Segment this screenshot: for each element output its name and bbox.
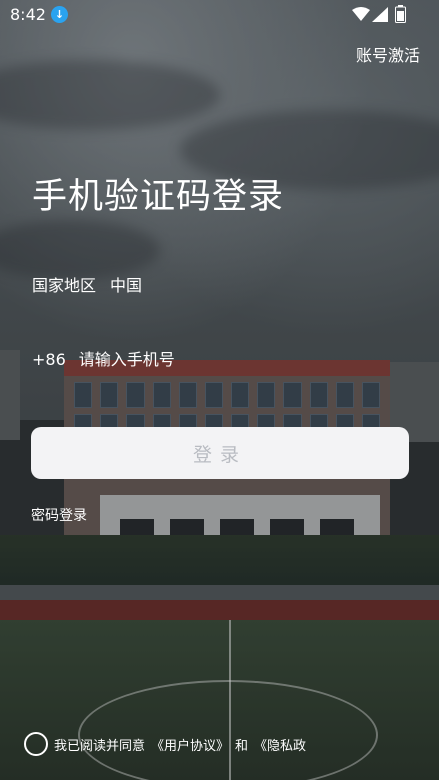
country-code[interactable]: +86	[32, 350, 66, 369]
password-login-link[interactable]: 密码登录	[31, 505, 87, 525]
page-title: 手机验证码登录	[32, 177, 285, 217]
wifi-icon	[352, 7, 370, 21]
status-time: 8:42	[10, 5, 46, 24]
agreement-prefix: 我已阅读并同意	[54, 738, 146, 754]
agreement-checkbox[interactable]	[24, 732, 48, 756]
user-agreement-link[interactable]: 《用户协议》	[151, 735, 229, 754]
status-bar: 8:42 ↓	[0, 0, 439, 30]
privacy-policy-link[interactable]: 《隐私政	[254, 735, 306, 754]
region-label: 国家地区	[32, 276, 97, 295]
phone-input[interactable]	[78, 350, 279, 369]
battery-icon	[395, 5, 406, 23]
account-activate-link[interactable]: 账号激活	[356, 42, 420, 66]
region-value: 中国	[110, 276, 143, 295]
signal-icon	[372, 7, 388, 22]
download-icon: ↓	[51, 6, 68, 23]
login-button[interactable]: 登录	[31, 427, 409, 479]
agreement-row: 我已阅读并同意 《用户协议》 和 《隐私政	[24, 732, 306, 756]
background-image	[0, 0, 439, 780]
dim-overlay	[0, 0, 439, 780]
phone-row: +86	[32, 350, 279, 369]
agreement-conjunction: 和	[235, 738, 249, 754]
region-selector[interactable]: 国家地区 中国	[32, 272, 142, 296]
